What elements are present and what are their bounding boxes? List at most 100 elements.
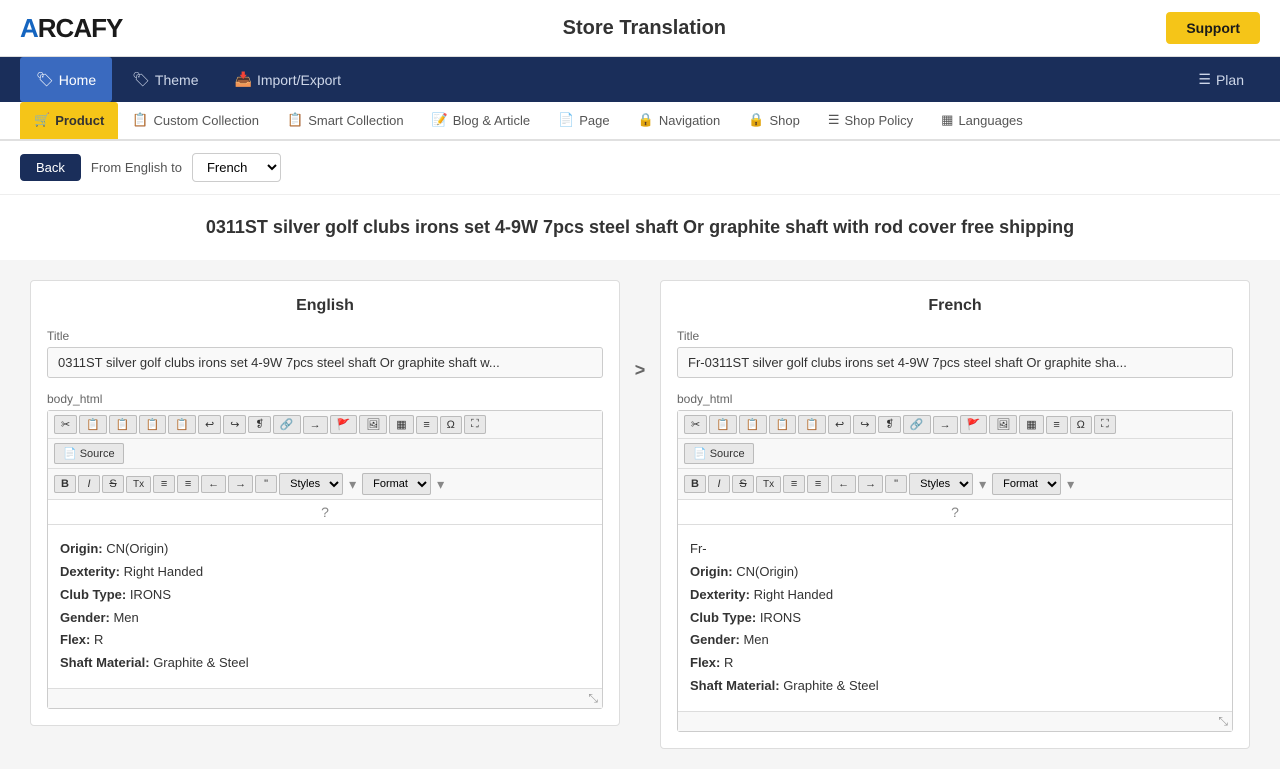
french-title-input[interactable]: Fr-0311ST silver golf clubs irons set 4-… <box>677 347 1233 378</box>
rte-table-btn[interactable]: ▦ <box>389 415 413 434</box>
rte-link-btn[interactable]: 🔗 <box>273 415 301 434</box>
support-button[interactable]: Support <box>1166 12 1260 44</box>
french-column: French Title Fr-0311ST silver golf clubs… <box>660 280 1250 749</box>
rte-outdent-btn[interactable]: ← <box>201 475 226 493</box>
product-title: 0311ST silver golf clubs irons set 4-9W … <box>0 195 1280 260</box>
language-select[interactable]: French Spanish German Italian <box>192 153 281 182</box>
fr-rte-format-btn[interactable]: ❡ <box>878 416 900 433</box>
tab-blog-article[interactable]: 📝 Blog & Article <box>418 102 545 141</box>
french-heading: French <box>677 297 1233 315</box>
rte-copy-btn[interactable]: 📋 <box>79 415 107 434</box>
fr-rte-copy-btn[interactable]: 📋 <box>709 415 737 434</box>
tab-page[interactable]: 📄 Page <box>544 102 624 141</box>
english-title-input[interactable]: 0311ST silver golf clubs irons set 4-9W … <box>47 347 603 378</box>
shop-icon: 🔒 <box>748 112 764 128</box>
fr-rte-image-btn[interactable]: 🖼 <box>989 415 1017 434</box>
fr-rte-paste-text-btn[interactable]: 📋 <box>769 415 797 434</box>
fr-rte-format-select[interactable]: Format <box>992 473 1061 495</box>
fr-rte-source-btn[interactable]: 📄 Source <box>684 443 754 464</box>
back-button[interactable]: Back <box>20 154 81 181</box>
tab-navigation[interactable]: 🔒 Navigation <box>624 102 735 141</box>
fr-rte-indent-btn[interactable]: → <box>858 475 883 493</box>
tab-product[interactable]: 🛒 Product <box>20 102 118 141</box>
rte-paste-btn[interactable]: 📋 <box>109 415 137 434</box>
fr-rte-subscript-btn[interactable]: Tx <box>756 476 781 493</box>
content-origin: Origin: CN(Origin) <box>60 539 590 560</box>
fr-rte-list-btn[interactable]: ≡ <box>783 475 805 493</box>
french-body-label: body_html <box>677 392 1233 406</box>
logo: ARCAFY <box>20 13 122 44</box>
fr-rte-table-btn[interactable]: ▦ <box>1019 415 1043 434</box>
rte-special-btn[interactable]: Ω <box>440 416 462 434</box>
rte-anchor-btn[interactable]: 🚩 <box>330 415 358 434</box>
rte-format-select[interactable]: Format <box>362 473 431 495</box>
tab-shop[interactable]: 🔒 Shop <box>734 102 814 141</box>
rte-italic-btn[interactable]: I <box>78 475 100 493</box>
fr-rte-quote-btn[interactable]: " <box>885 475 907 493</box>
custom-collection-icon: 📋 <box>132 112 148 128</box>
fr-rte-strike-btn[interactable]: S <box>732 475 754 493</box>
home-icon: 🏷 <box>36 71 54 88</box>
rte-undo-btn[interactable]: ↩ <box>198 415 221 434</box>
fr-rte-special-btn[interactable]: Ω <box>1070 416 1092 434</box>
fr-rte-anchor-btn[interactable]: 🚩 <box>960 415 988 434</box>
rte-indent-btn[interactable]: → <box>228 475 253 493</box>
rte-paste-text-btn[interactable]: 📋 <box>139 415 167 434</box>
from-label: From English to <box>91 160 182 175</box>
fr-rte-outdent-btn[interactable]: ← <box>831 475 856 493</box>
tabbar: 🛒 Product 📋 Custom Collection 📋 Smart Co… <box>0 102 1280 141</box>
fr-rte-undo-btn[interactable]: ↩ <box>828 415 851 434</box>
tab-shop-policy[interactable]: ☰ Shop Policy <box>814 102 927 141</box>
rte-fullscreen-btn[interactable]: ⛶ <box>464 415 486 434</box>
fr-content-origin: Origin: CN(Origin) <box>690 562 1220 583</box>
fr-content-flex: Flex: R <box>690 653 1220 674</box>
fr-rte-cut-btn[interactable]: ✂ <box>684 415 707 434</box>
fr-rte-styles-select[interactable]: Styles <box>909 473 973 495</box>
rte-list-btn[interactable]: ≡ <box>153 475 175 493</box>
separator2: ▾ <box>433 476 448 493</box>
fr-rte-hr-btn[interactable]: ≡ <box>1046 416 1068 434</box>
fr-rte-paste-word-btn[interactable]: 📋 <box>798 415 826 434</box>
nav-home[interactable]: 🏷 Home <box>20 57 112 102</box>
tab-languages[interactable]: ▦ Languages <box>927 102 1037 141</box>
content-flex: Flex: R <box>60 630 590 651</box>
fr-rte-redo-btn[interactable]: ↪ <box>853 415 876 434</box>
arrow-col: > <box>620 280 660 381</box>
french-rte-toolbar2: 📄 Source <box>678 439 1232 469</box>
blog-icon: 📝 <box>432 112 448 128</box>
fr-source-icon: 📄 <box>693 447 707 460</box>
rte-olist-btn[interactable]: ≡ <box>177 475 199 493</box>
tab-custom-collection[interactable]: 📋 Custom Collection <box>118 102 273 141</box>
rte-strike-btn[interactable]: S <box>102 475 124 493</box>
resize-icon: ⤡ <box>588 691 598 706</box>
nav-theme[interactable]: 🏷 Theme <box>116 57 214 102</box>
rte-hr-btn[interactable]: ≡ <box>416 416 438 434</box>
navbar: 🏷 Home 🏷 Theme 📥 Import/Export ☰ Plan <box>0 57 1280 102</box>
rte-subscript-btn[interactable]: Tx <box>126 476 151 493</box>
rte-paste-word-btn[interactable]: 📋 <box>168 415 196 434</box>
rte-quote-btn[interactable]: " <box>255 475 277 493</box>
content-shaft: Shaft Material: Graphite & Steel <box>60 653 590 674</box>
nav-import-export[interactable]: 📥 Import/Export <box>219 57 357 102</box>
french-rte-body[interactable]: Fr- Origin: CN(Origin) Dexterity: Right … <box>678 525 1232 711</box>
english-column: English Title 0311ST silver golf clubs i… <box>30 280 620 726</box>
rte-bold-btn[interactable]: B <box>54 475 76 493</box>
tab-smart-collection[interactable]: 📋 Smart Collection <box>273 102 418 141</box>
rte-source-btn[interactable]: 📄 Source <box>54 443 124 464</box>
fr-rte-link-btn[interactable]: 🔗 <box>903 415 931 434</box>
rte-cut-btn[interactable]: ✂ <box>54 415 77 434</box>
rte-unlink-btn[interactable]: → <box>303 416 328 434</box>
rte-styles-select[interactable]: Styles <box>279 473 343 495</box>
nav-plan[interactable]: ☰ Plan <box>1182 57 1260 102</box>
content-club-type: Club Type: IRONS <box>60 585 590 606</box>
rte-redo-btn[interactable]: ↪ <box>223 415 246 434</box>
fr-rte-olist-btn[interactable]: ≡ <box>807 475 829 493</box>
rte-image-btn[interactable]: 🖼 <box>359 415 387 434</box>
fr-rte-paste-btn[interactable]: 📋 <box>739 415 767 434</box>
fr-rte-italic-btn[interactable]: I <box>708 475 730 493</box>
rte-format-btn[interactable]: ❡ <box>248 416 270 433</box>
fr-rte-unlink-btn[interactable]: → <box>933 416 958 434</box>
fr-rte-fullscreen-btn[interactable]: ⛶ <box>1094 415 1116 434</box>
english-rte-body[interactable]: Origin: CN(Origin) Dexterity: Right Hand… <box>48 525 602 688</box>
fr-rte-bold-btn[interactable]: B <box>684 475 706 493</box>
